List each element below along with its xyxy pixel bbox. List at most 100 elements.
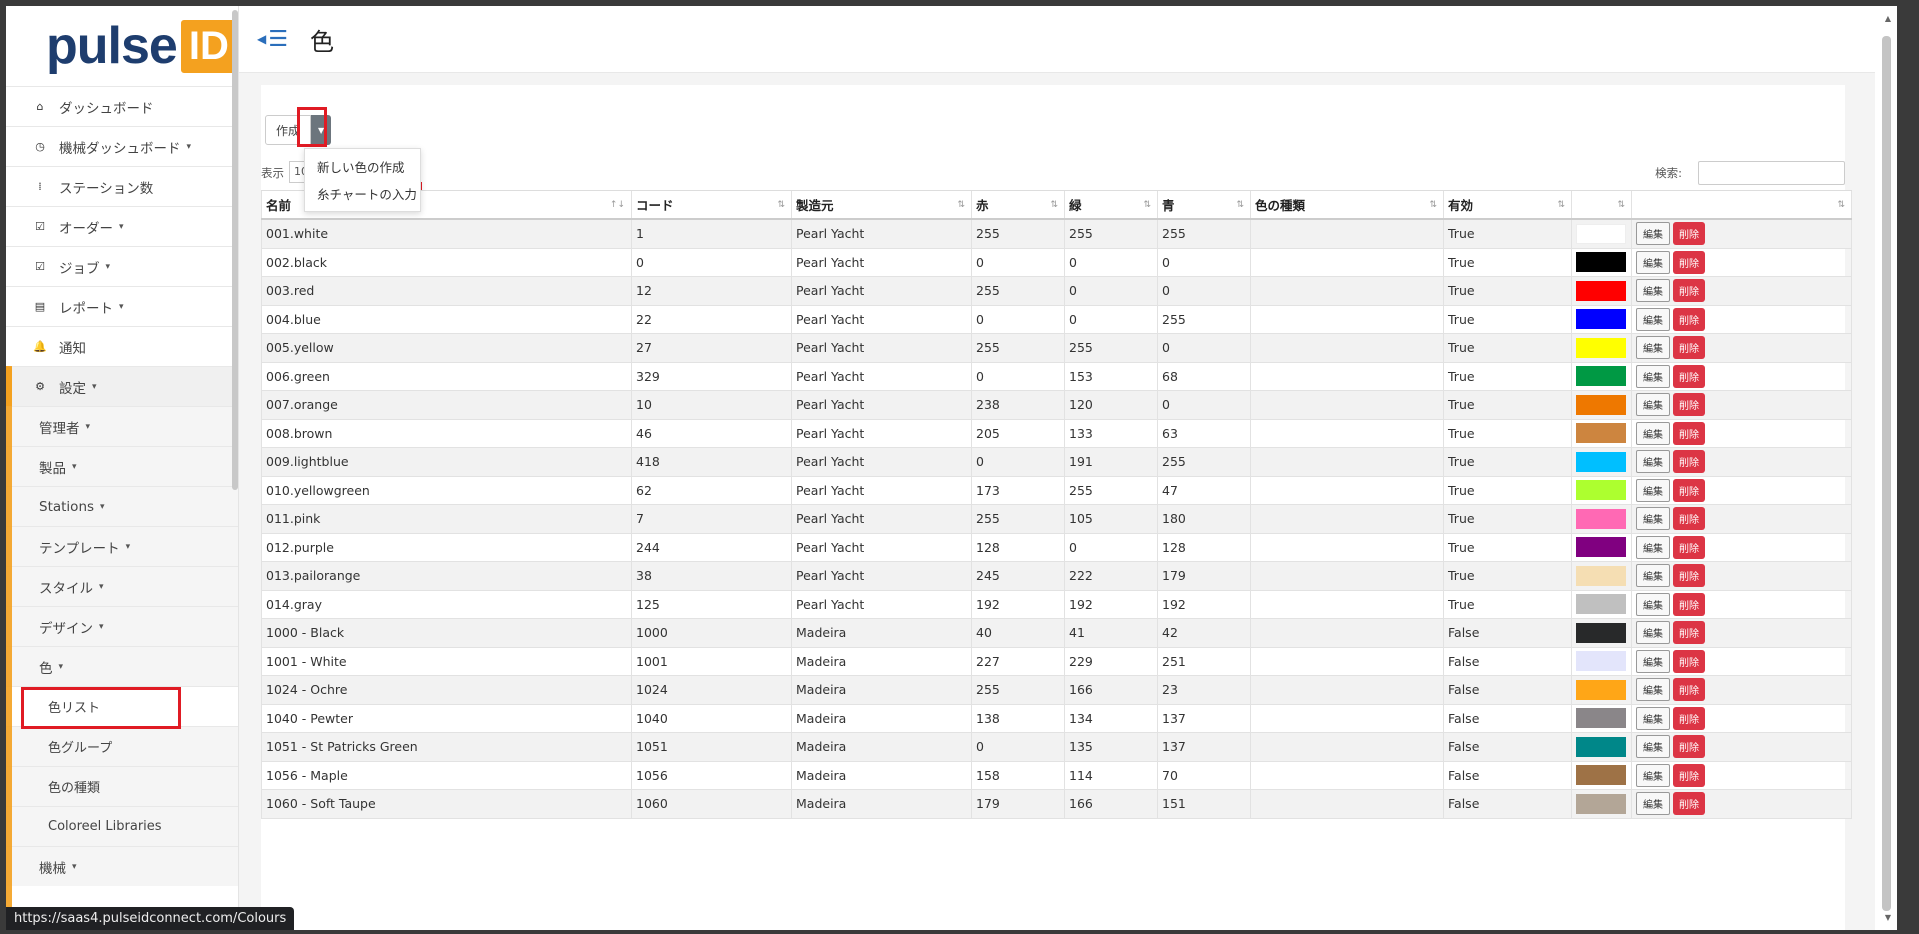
sidebar-item-5[interactable]: ▤ レポート ▾ bbox=[6, 286, 238, 326]
delete-button[interactable]: 削除 bbox=[1673, 763, 1705, 787]
logo[interactable]: pulse ID bbox=[6, 6, 238, 86]
edit-button[interactable]: 編集 bbox=[1636, 250, 1670, 274]
page-scrollbar[interactable] bbox=[1882, 36, 1891, 911]
table-cell: True bbox=[1444, 476, 1572, 504]
delete-button[interactable]: 削除 bbox=[1673, 507, 1705, 531]
column-header-3[interactable]: 赤 ⇅ bbox=[972, 191, 1065, 218]
delete-button[interactable]: 削除 bbox=[1673, 649, 1705, 673]
edit-button[interactable]: 編集 bbox=[1636, 336, 1670, 360]
table-cell: 255 bbox=[1065, 476, 1158, 504]
menu-item-import-thread-chart[interactable]: 糸チャートの入力 bbox=[305, 180, 420, 207]
sidebar-item-3[interactable]: ☑ オーダー ▾ bbox=[6, 206, 238, 246]
edit-button[interactable]: 編集 bbox=[1636, 792, 1670, 816]
column-header-4[interactable]: 緑 ⇅ bbox=[1065, 191, 1158, 218]
delete-button[interactable]: 削除 bbox=[1673, 735, 1705, 759]
delete-button[interactable]: 削除 bbox=[1673, 279, 1705, 303]
table-cell: False bbox=[1444, 647, 1572, 675]
scroll-up-arrow-icon[interactable]: ▲ bbox=[1885, 14, 1891, 23]
sort-icon: ⇅ bbox=[777, 199, 785, 210]
sidebar-subitem-sidebar-settings_sub-6[interactable]: 色 ▾ bbox=[6, 646, 238, 686]
edit-button[interactable]: 編集 bbox=[1636, 478, 1670, 502]
delete-button[interactable]: 削除 bbox=[1673, 450, 1705, 474]
edit-button[interactable]: 編集 bbox=[1636, 364, 1670, 388]
delete-button[interactable]: 削除 bbox=[1673, 478, 1705, 502]
edit-button[interactable]: 編集 bbox=[1636, 507, 1670, 531]
delete-button[interactable]: 削除 bbox=[1673, 250, 1705, 274]
edit-button[interactable]: 編集 bbox=[1636, 735, 1670, 759]
sidebar-subitem-sidebar-settings_sub-2[interactable]: Stations ▾ bbox=[6, 486, 238, 526]
edit-button[interactable]: 編集 bbox=[1636, 535, 1670, 559]
edit-button[interactable]: 編集 bbox=[1636, 564, 1670, 588]
sidebar-subitem-sidebar-colors_sub-2[interactable]: 色の種類 bbox=[6, 766, 238, 806]
delete-button[interactable]: 削除 bbox=[1673, 421, 1705, 445]
sidebar-subitem-sidebar-settings_sub-1[interactable]: 製品 ▾ bbox=[6, 446, 238, 486]
sidebar-subitem-sidebar-settings_sub-4[interactable]: スタイル ▾ bbox=[6, 566, 238, 606]
sidebar-item-1[interactable]: ◷ 機械ダッシュボード ▾ bbox=[6, 126, 238, 166]
edit-button[interactable]: 編集 bbox=[1636, 592, 1670, 616]
sidebar-subitem-sidebar-settings_sub-0[interactable]: 管理者 ▾ bbox=[6, 406, 238, 446]
sidebar-item-2[interactable]: ⁞ ステーション数 bbox=[6, 166, 238, 206]
delete-button[interactable]: 削除 bbox=[1673, 336, 1705, 360]
table-cell: Pearl Yacht bbox=[792, 362, 972, 390]
sidebar-subitem-sidebar-settings_sub-3[interactable]: テンプレート ▾ bbox=[6, 526, 238, 566]
stations-icon: ⁞ bbox=[38, 180, 42, 193]
edit-button[interactable]: 編集 bbox=[1636, 393, 1670, 417]
create-button[interactable]: 作成 bbox=[265, 115, 312, 145]
delete-button[interactable]: 削除 bbox=[1673, 678, 1705, 702]
edit-button[interactable]: 編集 bbox=[1636, 678, 1670, 702]
menu-item-new-color[interactable]: 新しい色の作成 bbox=[305, 153, 420, 180]
delete-button[interactable]: 削除 bbox=[1673, 792, 1705, 816]
edit-button[interactable]: 編集 bbox=[1636, 763, 1670, 787]
scroll-down-arrow-icon[interactable]: ▼ bbox=[1885, 913, 1891, 922]
edit-button[interactable]: 編集 bbox=[1636, 421, 1670, 445]
table-cell: 0 bbox=[1065, 277, 1158, 305]
sidebar-subitem-sidebar-settings_sub-5[interactable]: デザイン ▾ bbox=[6, 606, 238, 646]
edit-button[interactable]: 編集 bbox=[1636, 706, 1670, 730]
sidebar-subitem-sidebar-colors_sub-0[interactable]: 色リスト bbox=[6, 686, 238, 726]
menu-toggle-button[interactable]: ◀ ☰ bbox=[257, 27, 288, 52]
delete-button[interactable]: 削除 bbox=[1673, 592, 1705, 616]
column-header-label: 緑 bbox=[1069, 198, 1082, 213]
edit-button[interactable]: 編集 bbox=[1636, 307, 1670, 331]
column-header-6[interactable]: 色の種類 ⇅ bbox=[1251, 191, 1444, 218]
delete-button[interactable]: 削除 bbox=[1673, 307, 1705, 331]
delete-button[interactable]: 削除 bbox=[1673, 222, 1705, 246]
sidebar-item-0[interactable]: ⌂ ダッシュボード bbox=[6, 86, 238, 126]
swatch-cell bbox=[1572, 790, 1632, 818]
edit-button[interactable]: 編集 bbox=[1636, 649, 1670, 673]
sidebar-scrollbar[interactable] bbox=[232, 10, 238, 490]
sidebar-subitem-sidebar-after-0[interactable]: 機械 ▾ bbox=[6, 846, 238, 886]
create-dropdown-toggle[interactable]: ▼ bbox=[311, 115, 332, 145]
table-cell: 1060 bbox=[632, 790, 792, 818]
delete-button[interactable]: 削除 bbox=[1673, 393, 1705, 417]
delete-button[interactable]: 削除 bbox=[1673, 364, 1705, 388]
table-cell: 179 bbox=[972, 790, 1065, 818]
edit-button[interactable]: 編集 bbox=[1636, 621, 1670, 645]
search-input[interactable] bbox=[1698, 161, 1845, 185]
delete-button[interactable]: 削除 bbox=[1673, 706, 1705, 730]
column-header-7[interactable]: 有効 ⇅ bbox=[1444, 191, 1572, 218]
sidebar-subitem-sidebar-colors_sub-3[interactable]: Coloreel Libraries bbox=[6, 806, 238, 846]
swatch-cell bbox=[1572, 704, 1632, 732]
delete-button[interactable]: 削除 bbox=[1673, 621, 1705, 645]
column-header-5[interactable]: 青 ⇅ bbox=[1158, 191, 1251, 218]
column-header-1[interactable]: コード ⇅ bbox=[632, 191, 792, 218]
edit-button[interactable]: 編集 bbox=[1636, 279, 1670, 303]
sidebar-subitem-sidebar-colors_sub-1[interactable]: 色グループ bbox=[6, 726, 238, 766]
table-cell: True bbox=[1444, 419, 1572, 447]
column-header-8[interactable]: ⇅ bbox=[1572, 191, 1632, 218]
sidebar-item-4[interactable]: ☑ ジョブ ▾ bbox=[6, 246, 238, 286]
actions-cell: 編集 削除 bbox=[1632, 733, 1852, 761]
column-header-label: 製造元 bbox=[796, 198, 834, 213]
delete-button[interactable]: 削除 bbox=[1673, 535, 1705, 559]
edit-button[interactable]: 編集 bbox=[1636, 222, 1670, 246]
edit-button[interactable]: 編集 bbox=[1636, 450, 1670, 474]
table-cell: Madeira bbox=[792, 619, 972, 647]
actions-cell: 編集 削除 bbox=[1632, 533, 1852, 561]
column-header-2[interactable]: 製造元 ⇅ bbox=[792, 191, 972, 218]
swatch-cell bbox=[1572, 676, 1632, 704]
column-header-9[interactable]: ⇅ bbox=[1632, 191, 1852, 218]
delete-button[interactable]: 削除 bbox=[1673, 564, 1705, 588]
sidebar-item-6[interactable]: 🔔 通知 bbox=[6, 326, 238, 366]
sidebar-item-7[interactable]: ⚙ 設定 ▾ bbox=[6, 366, 238, 406]
